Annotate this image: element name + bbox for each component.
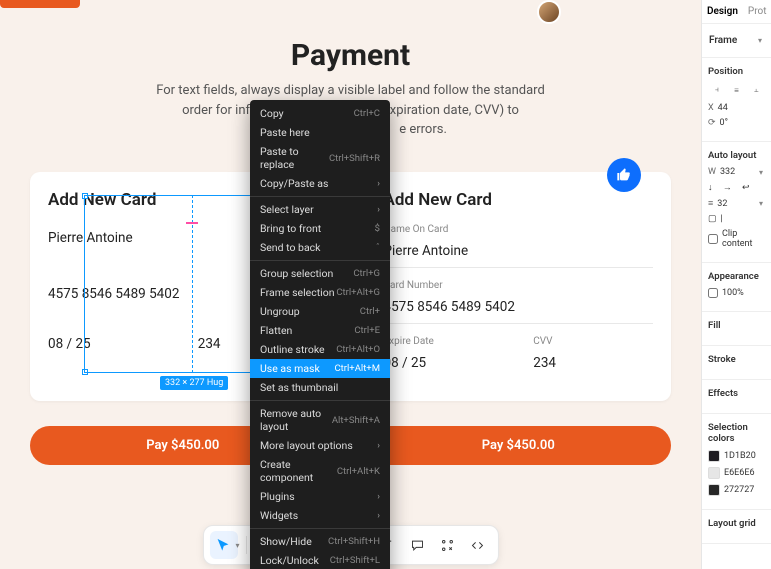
ctx-create-component[interactable]: Create componentCtrl+Alt+K (250, 455, 390, 487)
canvas[interactable]: Payment For text fields, always display … (0, 0, 701, 569)
ctx-flatten[interactable]: FlattenCtrl+E (250, 321, 390, 340)
layout-grid-label[interactable]: Layout grid (708, 518, 765, 529)
cardnum-value: 4575 8546 5489 5402 (384, 293, 654, 324)
page-title: Payment (0, 38, 701, 73)
frame-select[interactable]: Frame▾ (708, 32, 765, 49)
ctx-set-thumbnail[interactable]: Set as thumbnail (250, 378, 390, 397)
context-menu: CopyCtrl+C Paste here Paste to replaceCt… (250, 100, 390, 569)
fill-label[interactable]: Fill (708, 320, 765, 331)
color-row[interactable]: 272727 (708, 484, 765, 496)
ctx-send-back[interactable]: Send to backˆ (250, 238, 390, 257)
cardnum-label: Card Number (384, 280, 654, 291)
name-value: Pierre Antoine (384, 237, 654, 268)
thumbs-up-icon (616, 167, 632, 183)
opacity-checkbox[interactable] (708, 288, 718, 298)
name-label: Name On Card (384, 224, 654, 235)
ctx-select-layer[interactable]: Select layer› (250, 200, 390, 219)
ctx-ungroup[interactable]: UngroupCtrl+ (250, 302, 390, 321)
ctx-lock[interactable]: Lock/UnlockCtrl+Shift+L (250, 551, 390, 569)
ctx-show-hide[interactable]: Show/HideCtrl+Shift+H (250, 532, 390, 551)
autolayout-label: Auto layout (708, 150, 765, 161)
ctx-copy[interactable]: CopyCtrl+C (250, 104, 390, 123)
exp-value: 08 / 25 (384, 349, 504, 379)
cvv-label: CVV (533, 336, 653, 347)
ctx-paste-here[interactable]: Paste here (250, 123, 390, 142)
ctx-plugins[interactable]: Plugins› (250, 487, 390, 506)
cvv-value: 234 (533, 349, 653, 379)
move-tool[interactable] (209, 531, 237, 559)
actions-tool[interactable] (434, 531, 462, 559)
ctx-outline[interactable]: Outline strokeCtrl+Alt+O (250, 340, 390, 359)
card-title: Add New Card (384, 190, 654, 210)
ctx-paste-replace[interactable]: Paste to replaceCtrl+Shift+R (250, 142, 390, 174)
ctx-group[interactable]: Group selectionCtrl+G (250, 264, 390, 283)
selection-colors-label: Selection colors (708, 422, 765, 444)
appearance-label: Appearance (708, 271, 765, 282)
x-value[interactable]: 44 (718, 103, 728, 113)
ctx-copy-paste-as[interactable]: Copy/Paste as› (250, 174, 390, 193)
rotation-value[interactable]: 0° (720, 118, 728, 128)
ctx-bring-front[interactable]: Bring to front$ (250, 219, 390, 238)
dev-mode-tool[interactable] (464, 531, 492, 559)
direction-controls[interactable]: ↓ → ↩ (708, 182, 765, 193)
comment-tool[interactable] (404, 531, 432, 559)
color-row[interactable]: 1D1B20 (708, 450, 765, 462)
chevron-down-icon[interactable]: ▾ (235, 541, 239, 550)
gap-value[interactable]: 32 (717, 199, 727, 209)
thumbs-up-badge[interactable] (607, 158, 641, 192)
ctx-widgets[interactable]: Widgets› (250, 506, 390, 525)
effects-label[interactable]: Effects (708, 388, 765, 399)
selection-guide (84, 195, 193, 373)
avatar[interactable] (537, 0, 561, 24)
properties-panel: Design Prot Frame▾ Position ⫞≡⫠ X44 ⟳0° … (701, 0, 771, 569)
opacity-value[interactable]: 100% (722, 288, 744, 298)
pay-button[interactable]: Pay $450.00 (366, 426, 672, 465)
tab-prototype[interactable]: Prot (743, 0, 771, 23)
clip-checkbox[interactable] (708, 234, 718, 244)
ctx-frame[interactable]: Frame selectionCtrl+Alt+G (250, 283, 390, 302)
ctx-more-layout[interactable]: More layout options› (250, 436, 390, 455)
color-row[interactable]: E6E6E6 (708, 467, 765, 479)
width-value[interactable]: 332 (720, 167, 735, 177)
ctx-remove-autolayout[interactable]: Remove auto layoutAlt+Shift+A (250, 404, 390, 436)
exp-label: Expire Date (384, 336, 504, 347)
accent-bar (0, 0, 80, 8)
selection-dimensions: 332 × 277 Hug (160, 376, 228, 390)
ctx-use-as-mask[interactable]: Use as maskCtrl+Alt+M (250, 359, 390, 378)
tab-design[interactable]: Design (702, 0, 743, 23)
panel-tabs: Design Prot (702, 0, 771, 24)
position-label: Position (708, 66, 765, 77)
spacing-indicator (186, 222, 198, 224)
card-right[interactable]: Add New Card Name On Card Pierre Antoine… (366, 172, 672, 401)
stroke-label[interactable]: Stroke (708, 354, 765, 365)
align-controls[interactable]: ⫞≡⫠ (708, 83, 765, 97)
